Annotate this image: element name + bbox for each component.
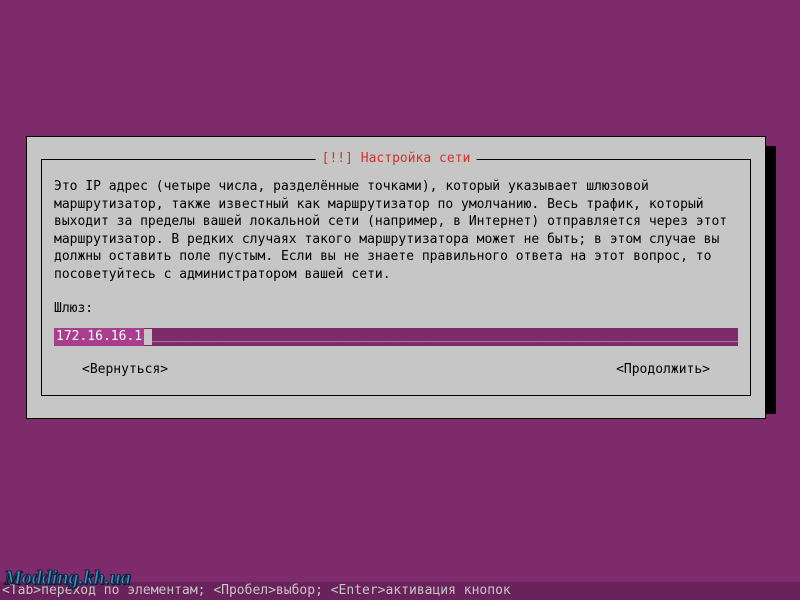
gateway-field-label: Шлюз: — [54, 301, 738, 316]
help-bar: <Tab>переход по элементам; <Пробел>выбор… — [0, 582, 800, 600]
dialog-title: [!!] Настройка сети — [316, 151, 477, 166]
dialog-description: Это IP адрес (четыре числа, разделённые … — [54, 178, 738, 283]
gateway-input-value: 172.16.16.1 — [54, 328, 144, 346]
dialog-buttons: <Вернуться> <Продолжить> — [54, 362, 738, 377]
dialog-inner-frame: [!!] Настройка сети Это IP адрес (четыре… — [41, 159, 751, 396]
gateway-input[interactable]: 172.16.16.1 _____________________________… — [54, 328, 738, 346]
network-config-dialog: [!!] Настройка сети Это IP адрес (четыре… — [26, 136, 766, 419]
input-underline: ________________________________________… — [152, 328, 738, 346]
continue-button[interactable]: <Продолжить> — [616, 362, 710, 377]
text-cursor — [144, 329, 152, 345]
back-button[interactable]: <Вернуться> — [82, 362, 168, 377]
